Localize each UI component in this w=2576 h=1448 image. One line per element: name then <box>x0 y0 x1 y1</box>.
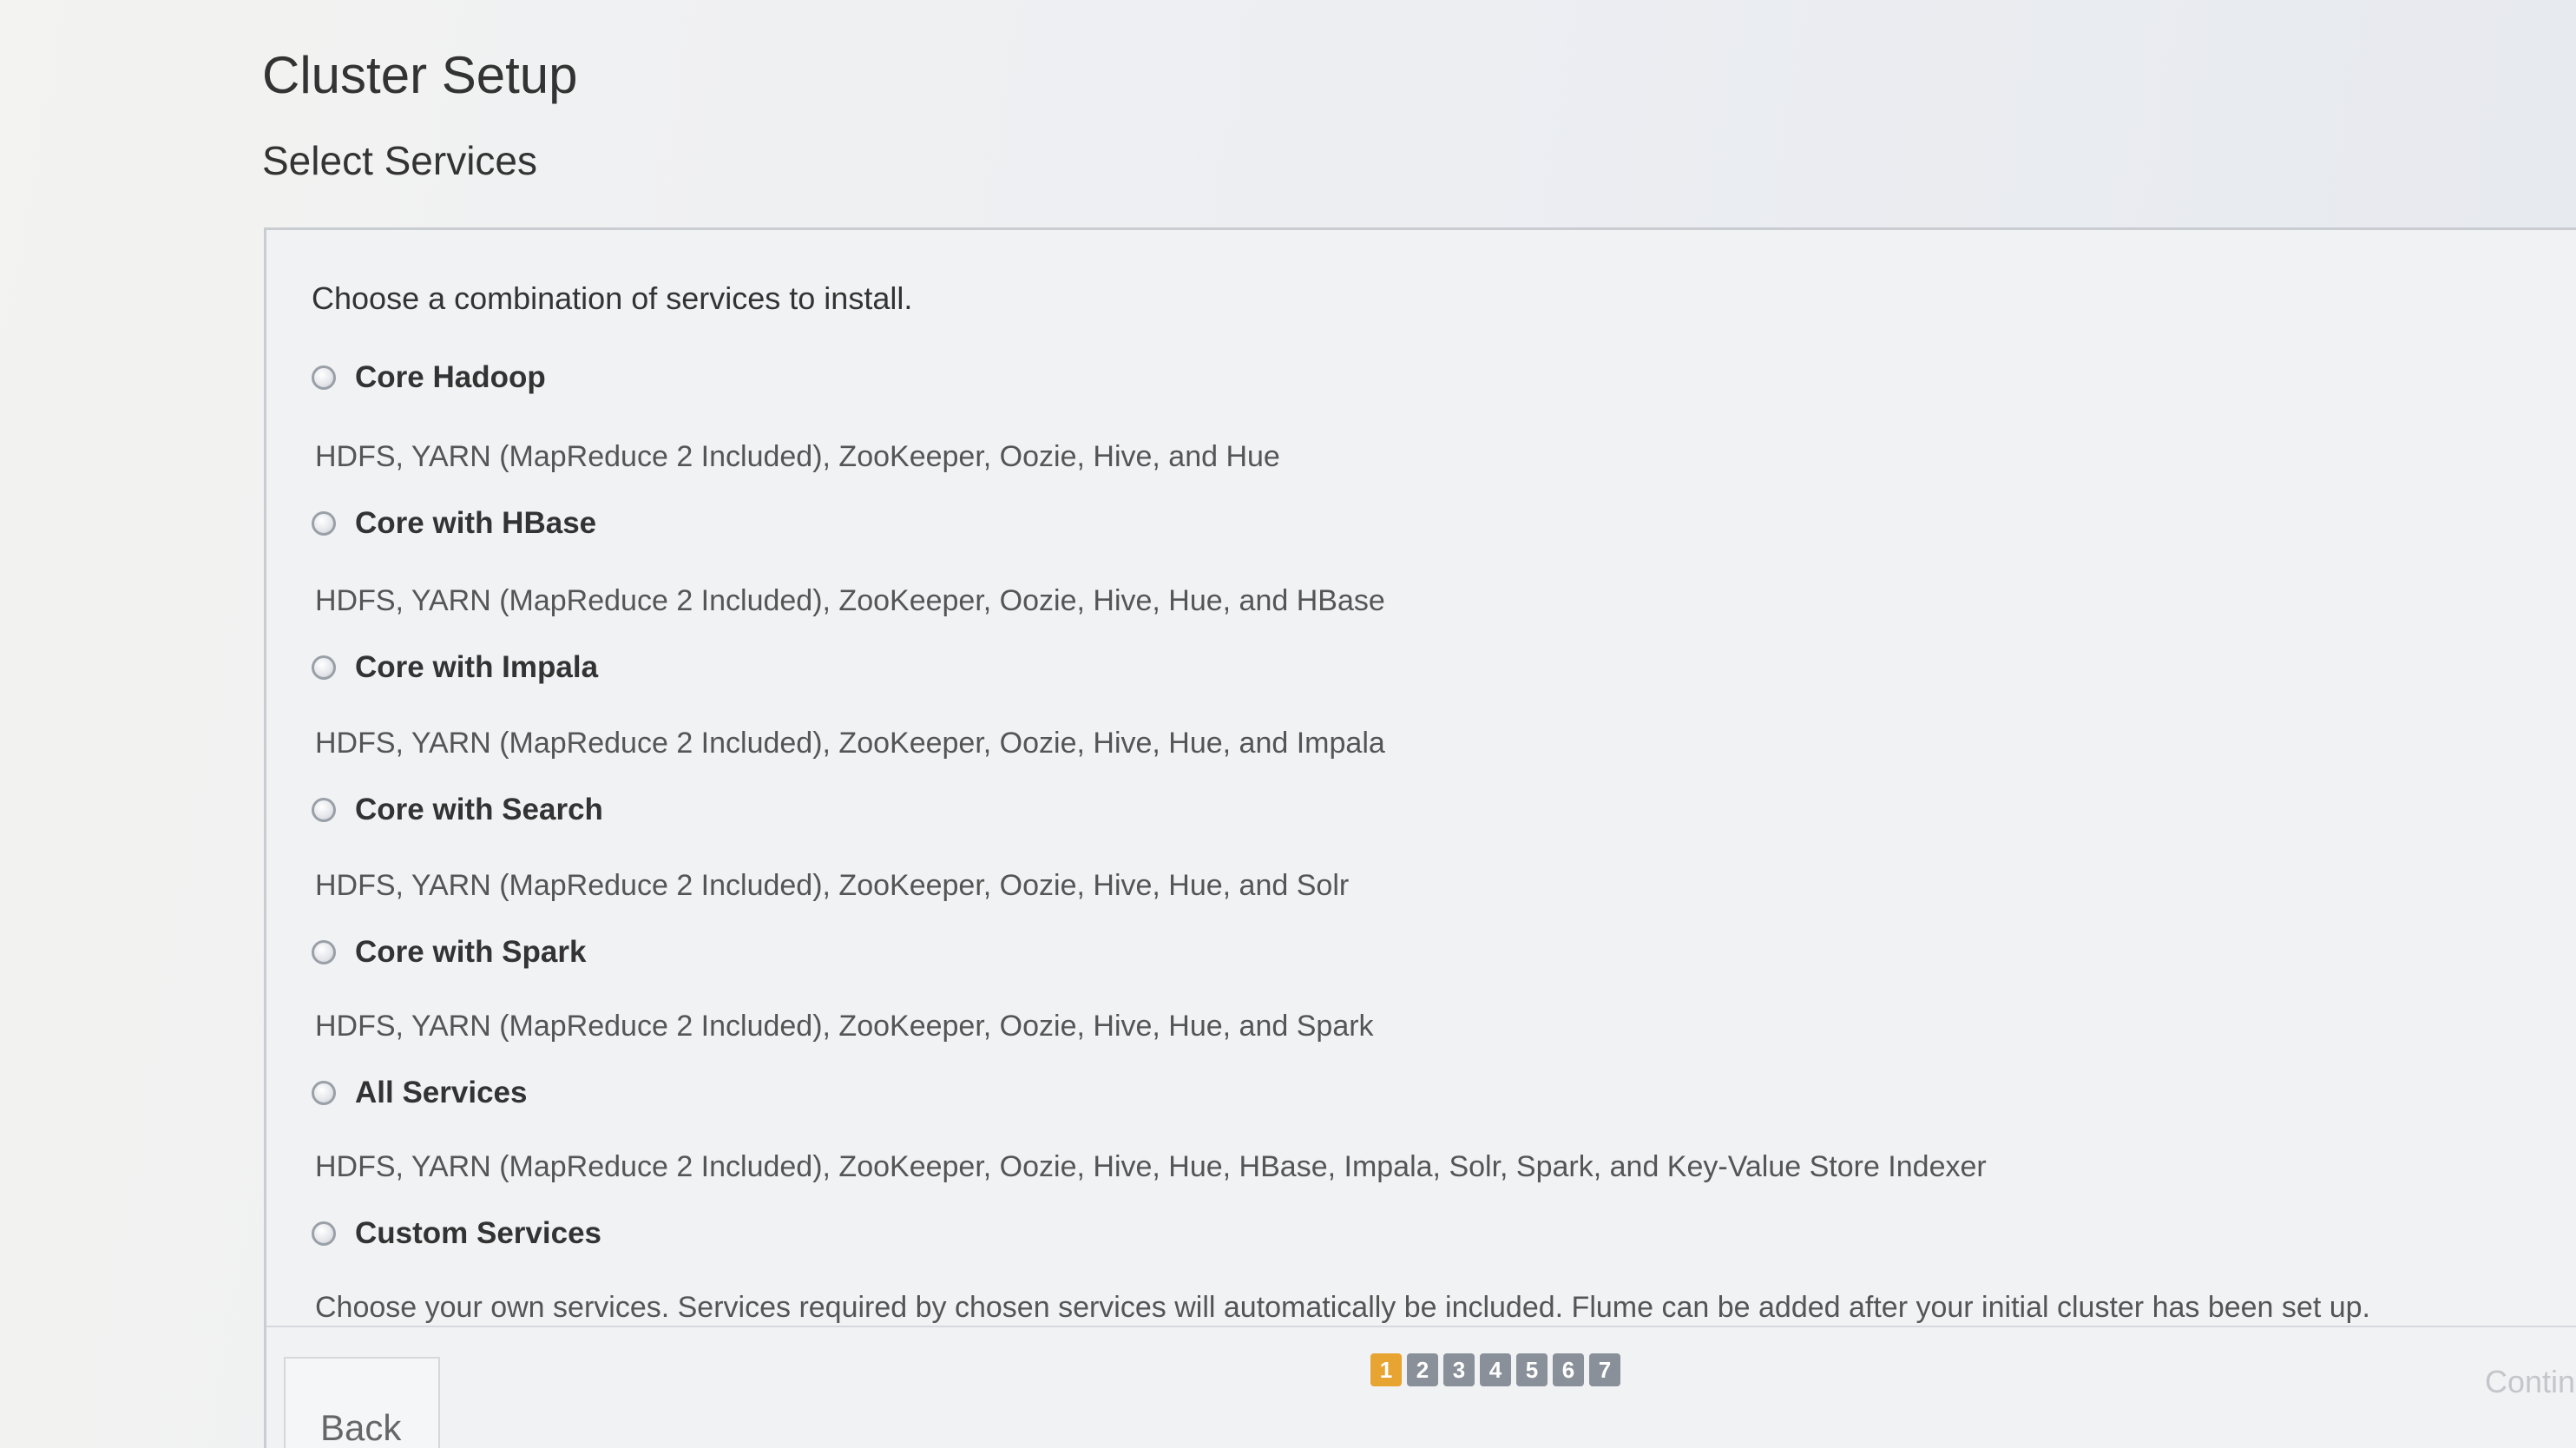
cluster-setup-page: Cluster Setup Select Services Choose a c… <box>0 0 2576 1448</box>
option-core-with-search[interactable]: Core with Search <box>312 793 603 827</box>
page-subtitle: Select Services <box>262 138 538 183</box>
option-description: HDFS, YARN (MapReduce 2 Included), ZooKe… <box>315 1150 1987 1183</box>
option-label: Custom Services <box>355 1216 602 1250</box>
step-7[interactable]: 7 <box>1589 1353 1620 1386</box>
intro-text: Choose a combination of services to inst… <box>312 280 913 316</box>
option-all-services[interactable]: All Services <box>312 1076 527 1110</box>
step-1[interactable]: 1 <box>1370 1353 1402 1386</box>
continue-button[interactable]: Contin <box>2485 1364 2575 1400</box>
option-description: HDFS, YARN (MapReduce 2 Included), ZooKe… <box>315 869 1350 902</box>
step-3[interactable]: 3 <box>1443 1353 1475 1386</box>
option-core-hadoop[interactable]: Core Hadoop <box>312 360 546 395</box>
radio-button[interactable] <box>312 798 336 822</box>
radio-button[interactable] <box>312 365 336 390</box>
option-description: HDFS, YARN (MapReduce 2 Included), ZooKe… <box>315 440 1280 473</box>
radio-button[interactable] <box>312 1221 336 1246</box>
option-label: Core with HBase <box>355 506 597 540</box>
step-5[interactable]: 5 <box>1516 1353 1548 1386</box>
step-indicator: 1 2 3 4 5 6 7 <box>1370 1353 1620 1386</box>
radio-button[interactable] <box>312 655 336 680</box>
option-label: Core with Search <box>355 793 603 826</box>
option-core-with-impala[interactable]: Core with Impala <box>312 650 598 685</box>
option-label: Core Hadoop <box>355 360 546 394</box>
option-description: Choose your own services. Services requi… <box>315 1291 2370 1324</box>
option-core-with-spark[interactable]: Core with Spark <box>312 935 586 970</box>
option-description: HDFS, YARN (MapReduce 2 Included), ZooKe… <box>315 1010 1374 1043</box>
footer-divider <box>266 1326 2576 1327</box>
radio-button[interactable] <box>312 940 336 964</box>
step-2[interactable]: 2 <box>1407 1353 1438 1386</box>
page-title: Cluster Setup <box>262 46 578 104</box>
services-panel: Choose a combination of services to inst… <box>264 227 2576 1448</box>
back-button[interactable]: Back <box>284 1357 440 1448</box>
option-custom-services[interactable]: Custom Services <box>312 1216 601 1251</box>
option-label: Core with Impala <box>355 650 599 684</box>
step-4[interactable]: 4 <box>1480 1353 1511 1386</box>
option-label: Core with Spark <box>355 935 587 969</box>
radio-button[interactable] <box>312 511 336 536</box>
step-6[interactable]: 6 <box>1553 1353 1584 1386</box>
option-core-with-hbase[interactable]: Core with HBase <box>312 506 596 541</box>
option-description: HDFS, YARN (MapReduce 2 Included), ZooKe… <box>315 727 1385 760</box>
radio-button[interactable] <box>312 1081 336 1105</box>
option-label: All Services <box>355 1076 528 1109</box>
option-description: HDFS, YARN (MapReduce 2 Included), ZooKe… <box>315 584 1385 617</box>
